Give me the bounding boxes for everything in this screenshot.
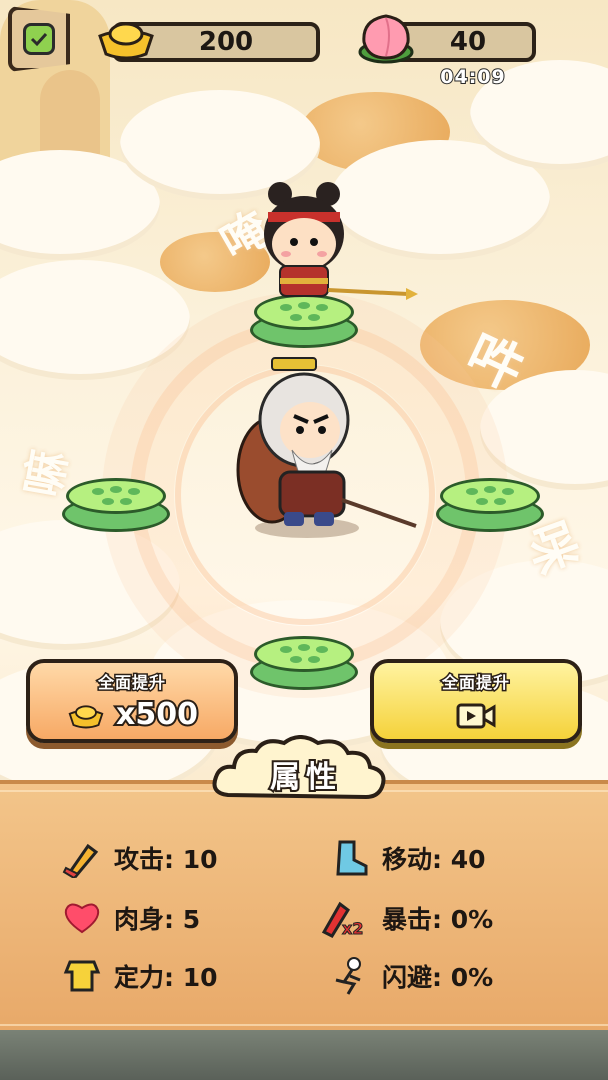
sword-icon xyxy=(62,843,99,878)
gold-ingot-icon xyxy=(68,704,104,728)
attributes-title: 属性 xyxy=(268,758,342,797)
gold-ingot-icon xyxy=(98,22,154,60)
elder-monk-hero-character[interactable] xyxy=(232,350,422,540)
upgrade-all-gold-button[interactable]: 全面提升 x500 xyxy=(26,659,238,743)
lotus-slot-bottom[interactable] xyxy=(250,636,358,692)
dodge-icon xyxy=(335,957,361,995)
stat-attack: 攻击: 10 xyxy=(62,838,218,878)
peach-icon xyxy=(358,14,414,64)
video-ad-icon xyxy=(456,703,496,729)
stat-crit: x2 暴击: 0% xyxy=(320,898,493,938)
svg-text:x2: x2 xyxy=(342,919,363,938)
heart-icon xyxy=(64,903,100,934)
cloud xyxy=(0,260,190,380)
boot-icon xyxy=(336,840,368,876)
armor-icon xyxy=(63,960,101,992)
stat-body: 肉身: 5 xyxy=(62,898,200,938)
ground-strip xyxy=(0,1030,608,1080)
upgrade-gold-title: 全面提升 xyxy=(96,672,166,694)
upgrade-video-title: 全面提升 xyxy=(440,672,510,694)
gold-amount: 200 xyxy=(198,27,254,57)
crit-x2-icon: x2 xyxy=(321,901,364,938)
stat-move: 移动: 40 xyxy=(330,838,486,878)
check-icon xyxy=(23,23,55,55)
nezha-warrior-character[interactable] xyxy=(258,182,418,312)
lotus-slot-left[interactable] xyxy=(62,478,170,534)
upgrade-gold-cost: x500 xyxy=(114,695,200,734)
lotus-slot-right[interactable] xyxy=(436,478,544,534)
peach-amount: 40 xyxy=(449,27,487,57)
upgrade-all-video-button[interactable]: 全面提升 xyxy=(370,659,582,743)
stat-dodge: 闪避: 0% xyxy=(330,956,493,996)
stat-focus: 定力: 10 xyxy=(62,956,218,996)
energy-timer: 04:09 xyxy=(439,65,506,89)
back-button[interactable] xyxy=(8,6,70,72)
